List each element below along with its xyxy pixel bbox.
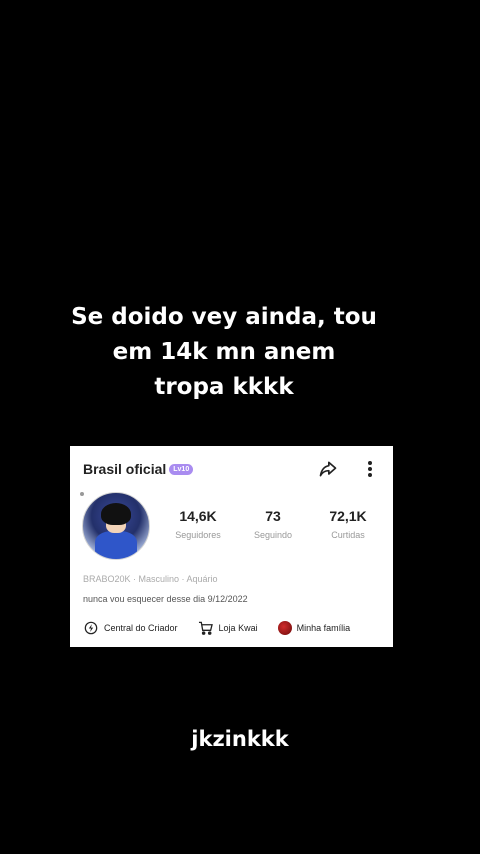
stat-following[interactable]: 73 Seguindo: [243, 508, 303, 540]
stat-label: Seguidores: [175, 530, 221, 540]
stat-label: Curtidas: [331, 530, 365, 540]
stat-value: 73: [265, 508, 281, 524]
caption-line-3: tropa kkkk: [154, 374, 294, 400]
stat-likes[interactable]: 72,1K Curtidas: [318, 508, 378, 540]
avatar[interactable]: [80, 492, 150, 560]
profile-card: Brasil oficial Lv10 14,6K Seguidores 73 …: [70, 446, 393, 647]
link-label: Minha família: [296, 623, 351, 633]
avatar-dot: [80, 492, 84, 496]
stat-label: Seguindo: [253, 530, 293, 540]
my-family-link[interactable]: Minha família: [277, 621, 351, 635]
video-caption: Se doido vey ainda, tou em 14k mn anem t…: [60, 300, 388, 405]
link-label: Central do Criador: [104, 623, 178, 633]
profile-stats: 14,6K Seguidores 73 Seguindo 72,1K Curti…: [168, 508, 378, 540]
profile-bio: nunca vou esquecer desse dia 9/12/2022: [83, 594, 248, 604]
share-icon[interactable]: [317, 458, 339, 480]
watermark-username: jkzinkkk: [191, 727, 289, 751]
cart-icon: [198, 620, 214, 636]
profile-meta: BRABO20K · Masculino · Aquário: [83, 574, 218, 584]
kwai-shop-link[interactable]: Loja Kwai: [198, 620, 258, 636]
stat-followers[interactable]: 14,6K Seguidores: [168, 508, 228, 540]
profile-username: Brasil oficial: [83, 461, 167, 477]
profile-links: Central do Criador Loja Kwai Minha famíl…: [83, 620, 383, 636]
link-label: Loja Kwai: [218, 623, 258, 633]
level-badge: Lv10: [169, 463, 194, 475]
more-vertical-icon[interactable]: [359, 458, 381, 480]
creator-center-link[interactable]: Central do Criador: [83, 620, 178, 636]
family-badge-icon: [277, 621, 292, 635]
avatar-image: [82, 492, 150, 560]
stat-value: 72,1K: [329, 508, 367, 524]
profile-header: Brasil oficial Lv10: [83, 458, 381, 480]
stat-value: 14,6K: [179, 508, 217, 524]
caption-line-1: Se doido vey ainda, tou: [71, 304, 377, 330]
lightning-circle-icon: [83, 620, 99, 636]
caption-line-2: em 14k mn anem: [112, 339, 336, 365]
